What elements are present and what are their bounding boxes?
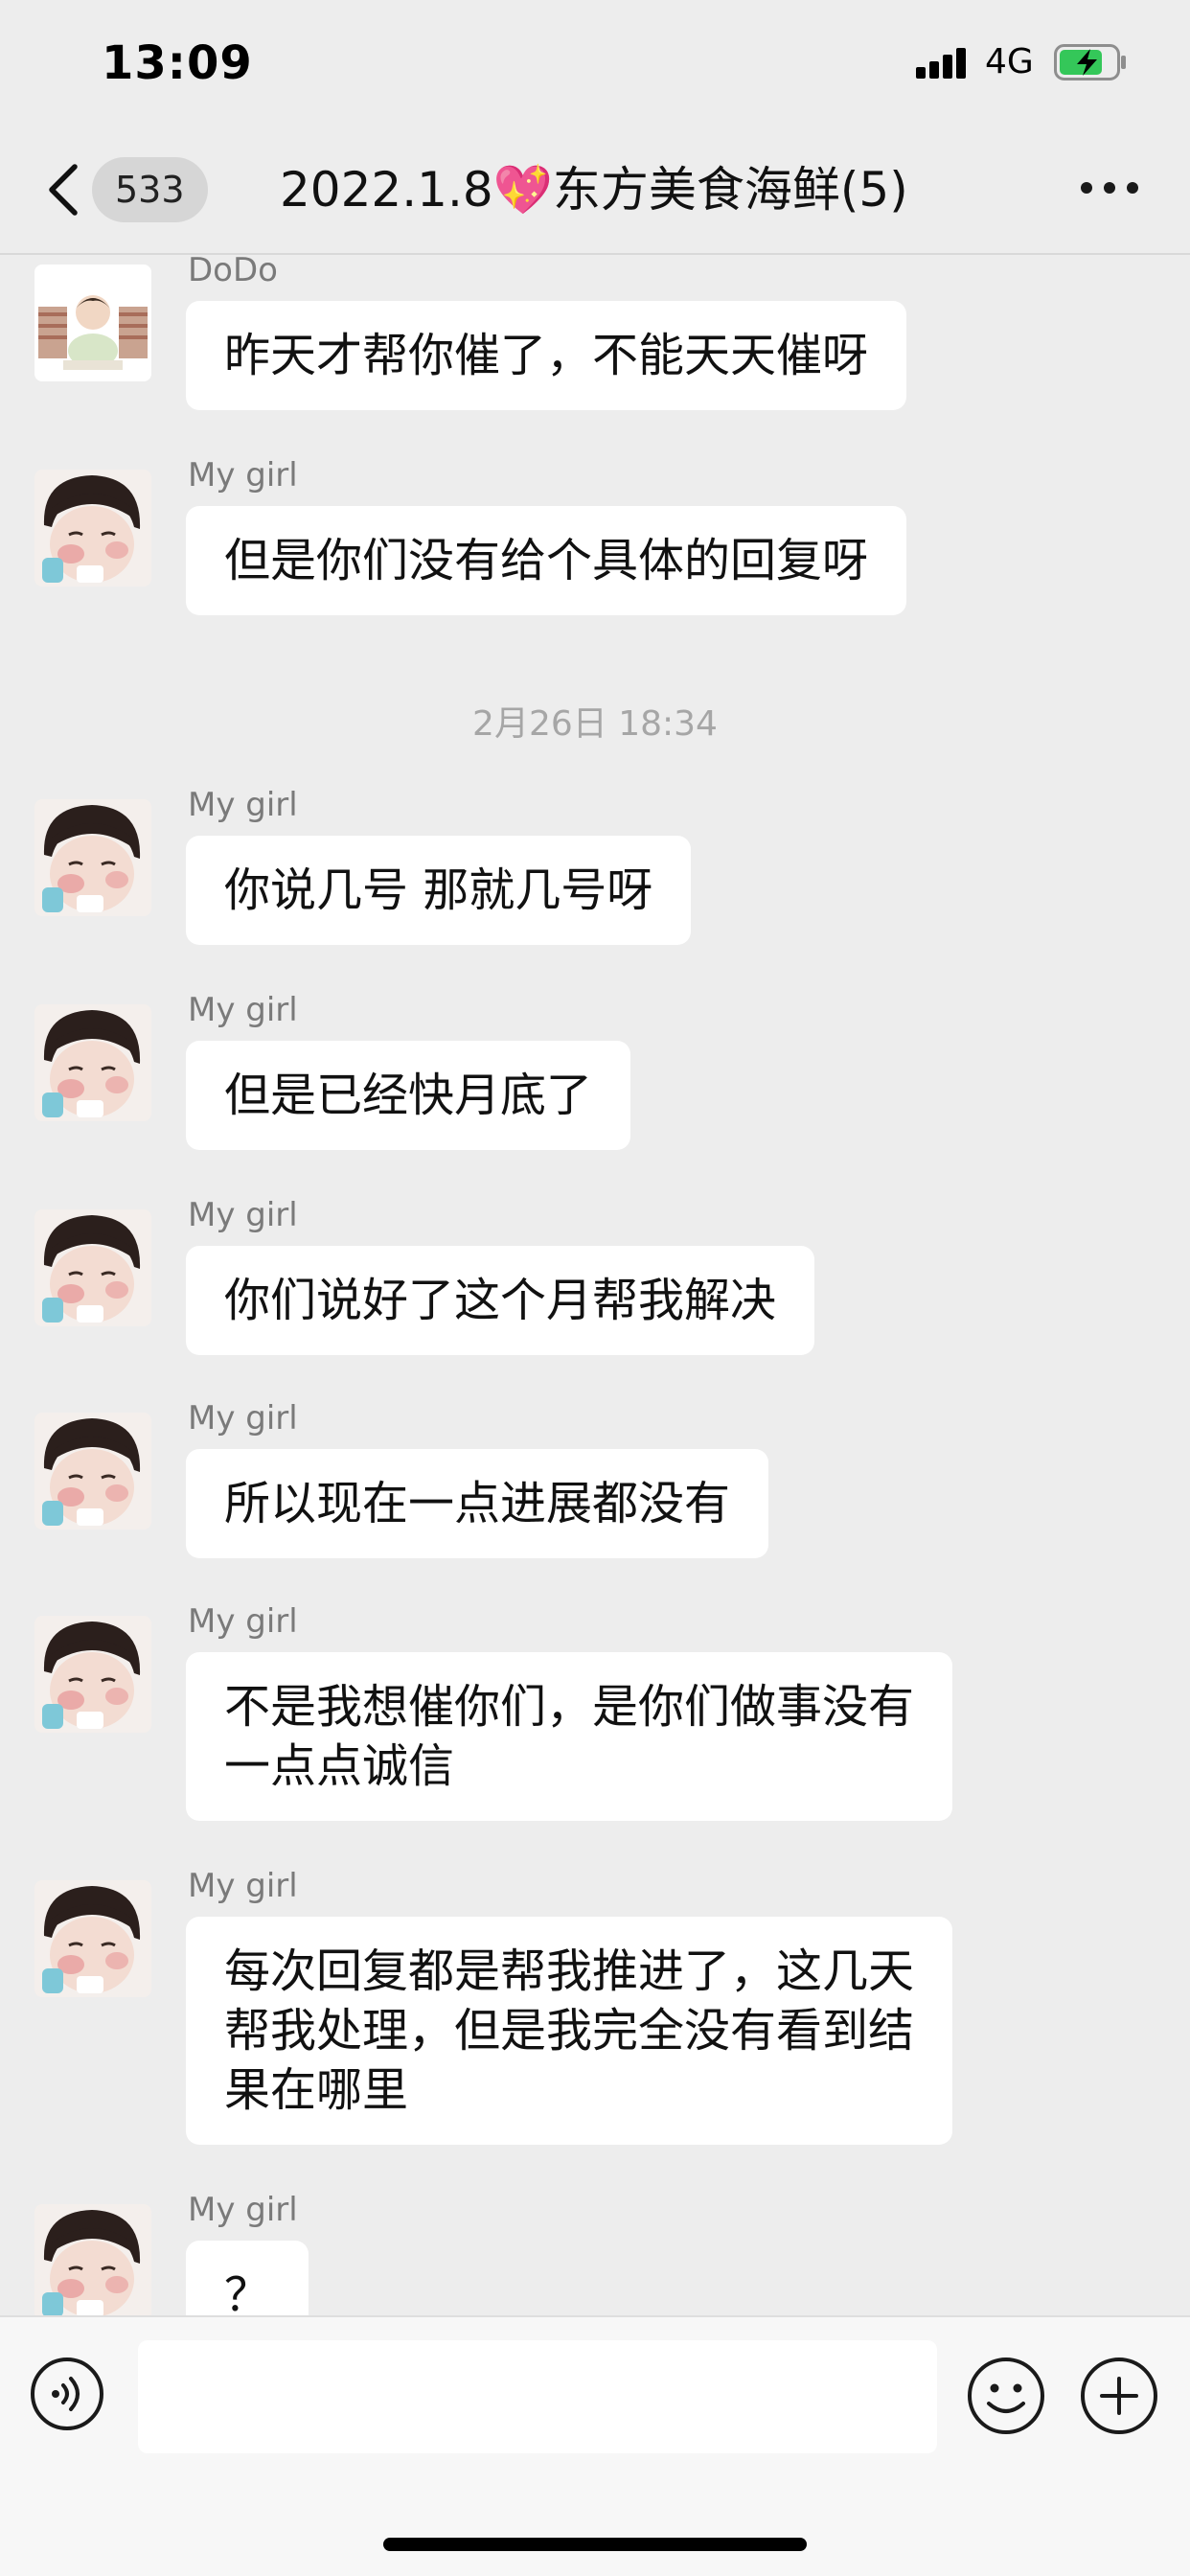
emoji-icon[interactable] — [966, 2356, 1046, 2436]
message-bubble[interactable]: 你说几号 那就几号呀 — [186, 836, 692, 945]
input-bar — [0, 2315, 1190, 2576]
message-input[interactable] — [138, 2340, 937, 2453]
avatar[interactable] — [34, 1616, 151, 1733]
sender-name: My girl — [188, 456, 298, 494]
message-bubble[interactable]: 昨天才帮你催了，不能天天催呀 — [186, 301, 907, 410]
plus-icon[interactable] — [1079, 2356, 1159, 2436]
avatar[interactable] — [34, 1413, 151, 1530]
message-bubble[interactable]: 所以现在一点进展都没有 — [186, 1449, 769, 1558]
timestamp: 2月26日 18:34 — [472, 704, 718, 744]
nav-bar: 533 2022.1.8💖东方美食海鲜(5) — [0, 126, 1190, 255]
message-bubble[interactable]: 每次回复都是帮我推进了，这几天 帮我处理，但是我完全没有看到结 果在哪里 — [186, 1917, 953, 2145]
status-time: 13:09 — [102, 36, 253, 90]
voice-icon[interactable] — [29, 2356, 105, 2432]
sender-name: DoDo — [188, 255, 278, 289]
avatar[interactable] — [34, 1880, 151, 1997]
sender-name: My girl — [188, 1602, 298, 1641]
more-dots-icon[interactable] — [1081, 180, 1138, 199]
message-list[interactable]: DoDo 昨天才帮你催了，不能天天催呀 My girl 但是你们没有给个具体的回… — [0, 255, 1190, 2315]
avatar[interactable] — [34, 799, 151, 916]
chat-title: 2022.1.8💖东方美食海鲜(5) — [280, 162, 908, 218]
avatar[interactable] — [34, 264, 151, 381]
message-bubble[interactable]: ？ — [186, 2241, 309, 2315]
home-indicator — [383, 2538, 807, 2551]
message-bubble[interactable]: 但是已经快月底了 — [186, 1041, 631, 1150]
battery-icon — [1054, 44, 1126, 80]
message-bubble[interactable]: 不是我想催你们，是你们做事没有 一点点诚信 — [186, 1652, 953, 1821]
chat-screen: 13:09 4G 533 2022.1.8💖东方美食海鲜(5) DoDo 昨天才… — [0, 0, 1190, 2576]
sender-name: My girl — [188, 1196, 298, 1234]
sender-name: My girl — [188, 1399, 298, 1438]
sender-name: My girl — [188, 786, 298, 824]
avatar[interactable] — [34, 1004, 151, 1121]
message-bubble[interactable]: 你们说好了这个月帮我解决 — [186, 1246, 815, 1355]
chevron-left-icon[interactable] — [40, 159, 88, 220]
status-bar: 13:09 4G — [0, 0, 1190, 126]
message-bubble[interactable]: 但是你们没有给个具体的回复呀 — [186, 506, 907, 615]
network-type: 4G — [985, 42, 1034, 81]
avatar[interactable] — [34, 1209, 151, 1326]
sender-name: My girl — [188, 1867, 298, 1905]
sender-name: My girl — [188, 2191, 298, 2229]
unread-count-badge[interactable]: 533 — [92, 157, 208, 222]
avatar[interactable] — [34, 2204, 151, 2315]
sender-name: My girl — [188, 991, 298, 1029]
signal-icon — [916, 46, 970, 79]
avatar[interactable] — [34, 470, 151, 586]
